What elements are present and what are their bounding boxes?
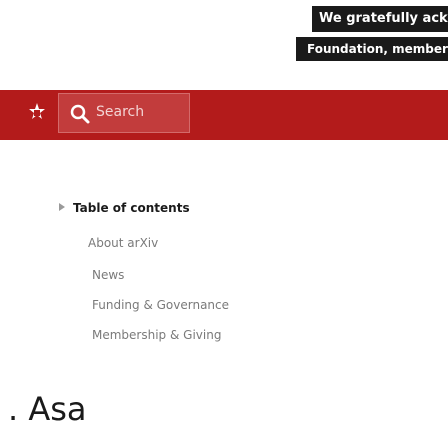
acknowledgment-banner: We gratefully acknowledge Foundation, me… — [0, 0, 448, 90]
search-icon — [70, 104, 90, 124]
toc-item-news[interactable]: News — [92, 268, 124, 282]
chevron-right-icon[interactable] — [57, 202, 67, 212]
search-input[interactable]: Search — [58, 93, 190, 133]
banner-text-line1: We gratefully acknowledge — [312, 6, 448, 32]
toc-item-funding[interactable]: Funding & Governance — [92, 298, 229, 312]
toc-item-membership[interactable]: Membership & Giving — [92, 328, 221, 342]
toc-item-about[interactable]: About arXiv — [88, 236, 158, 250]
menu-icon[interactable] — [27, 103, 47, 123]
toc-title[interactable]: Table of contents — [73, 201, 190, 215]
banner-text-line2: Foundation, member institutions — [296, 37, 448, 61]
partial-brand-text: . Asa — [8, 390, 87, 428]
search-placeholder: Search — [96, 104, 145, 120]
